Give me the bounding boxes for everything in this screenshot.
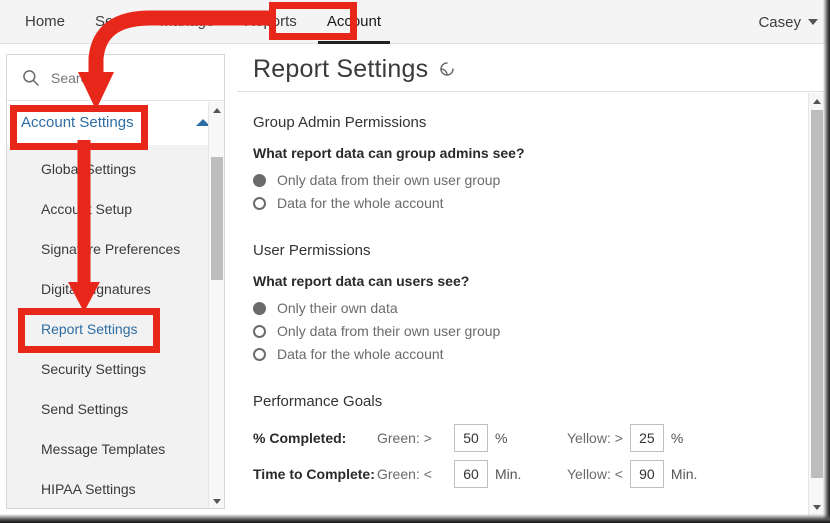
sidebar-item-hipaa-settings[interactable]: HIPAA Settings [7, 469, 224, 508]
sidebar-item-global-settings[interactable]: Global Settings [7, 149, 224, 189]
application-window: Home Send Manage Reports Account Casey A… [0, 0, 830, 523]
radio-label: Data for the whole account [277, 346, 444, 362]
sidebar-item-signature-preferences[interactable]: Signature Preferences [7, 229, 224, 269]
nav-item-home[interactable]: Home [10, 0, 80, 44]
section-heading-user-permissions: User Permissions [253, 242, 371, 259]
sidebar-scroll-up-button[interactable] [209, 102, 224, 118]
radio-icon [253, 196, 266, 210]
radio-label: Data for the whole account [277, 195, 444, 211]
goal-yellow-input-time-to-complete[interactable] [629, 460, 664, 488]
main-scrollbar[interactable] [808, 93, 824, 515]
radio-option-user-own-data[interactable]: Only their own data [253, 297, 824, 319]
radio-option-group-admin-own-group[interactable]: Only data from their own user group [253, 169, 824, 191]
sidebar-group-account-settings[interactable]: Account Settings [7, 101, 224, 145]
search-input[interactable] [49, 68, 189, 87]
top-navigation-bar: Home Send Manage Reports Account Casey [0, 0, 830, 44]
goal-label: Time to Complete: [253, 466, 375, 482]
goal-yellow-input-percent-completed[interactable] [629, 424, 664, 452]
main-scrollbar-thumb[interactable] [811, 110, 823, 478]
radio-icon [253, 301, 266, 315]
main-scroll-down-button[interactable] [809, 499, 825, 515]
main-content-panel: Report Settings Group Admin Permissions … [237, 47, 824, 515]
goal-label: % Completed: [253, 430, 347, 446]
radio-option-user-whole-account[interactable]: Data for the whole account [253, 343, 824, 365]
goal-yellow-unit: Min. [670, 466, 698, 482]
radio-label: Only data from their own user group [277, 323, 501, 339]
chevron-down-icon [808, 19, 818, 25]
radio-label: Only data from their own user group [277, 172, 501, 188]
sidebar-item-digital-signatures[interactable]: Digital Signatures [7, 269, 224, 309]
user-menu-label: Casey [758, 13, 801, 31]
window-shadow-bottom [0, 514, 830, 523]
sidebar-item-send-settings[interactable]: Send Settings [7, 389, 224, 429]
refresh-icon[interactable] [438, 60, 456, 78]
goal-yellow-operator: Yellow: > [567, 430, 623, 446]
main-body: Group Admin Permissions What report data… [237, 92, 824, 515]
main-scroll-up-button[interactable] [809, 93, 825, 109]
goal-green-operator: Green: > [377, 430, 432, 446]
nav-items: Home Send Manage Reports Account [10, 0, 396, 44]
user-menu[interactable]: Casey [758, 0, 818, 44]
radio-label: Only their own data [277, 300, 398, 316]
sidebar-submenu: Global Settings Account Setup Signature … [7, 145, 224, 508]
nav-item-manage[interactable]: Manage [145, 0, 229, 44]
goal-green-input-percent-completed[interactable] [454, 424, 488, 452]
goal-green-unit: Min. [495, 466, 522, 482]
search-icon [23, 69, 40, 86]
goal-green-input-time-to-complete[interactable] [454, 460, 488, 488]
main-title-bar: Report Settings [237, 47, 824, 92]
radio-icon [253, 173, 266, 187]
nav-item-reports[interactable]: Reports [229, 0, 312, 44]
sidebar-scrollbar-thumb[interactable] [211, 157, 223, 280]
search-row [7, 55, 224, 101]
sidebar-scroll-down-button[interactable] [209, 493, 224, 508]
goal-green-operator: Green: < [377, 466, 432, 482]
sidebar-item-message-templates[interactable]: Message Templates [7, 429, 224, 469]
triangle-up-icon [813, 98, 821, 104]
question-group-admin: What report data can group admins see? [253, 145, 525, 161]
goal-row-percent-completed: % Completed: Green: > % Yellow: > % [253, 424, 824, 452]
goal-yellow-unit: % [670, 430, 684, 446]
nav-item-send[interactable]: Send [80, 0, 145, 44]
sidebar-scrollbar[interactable] [208, 102, 224, 508]
radio-option-user-own-group[interactable]: Only data from their own user group [253, 320, 824, 342]
sidebar-group-label: Account Settings [21, 114, 134, 131]
section-heading-performance-goals: Performance Goals [253, 393, 383, 410]
nav-item-account[interactable]: Account [312, 0, 396, 44]
triangle-up-icon [213, 107, 221, 113]
sidebar-item-account-setup[interactable]: Account Setup [7, 189, 224, 229]
triangle-down-icon [213, 498, 221, 504]
section-heading-group-admin: Group Admin Permissions [253, 114, 427, 131]
sidebar: Account Settings Global Settings Account… [6, 54, 225, 509]
page-title: Report Settings [253, 54, 429, 83]
goal-yellow-operator: Yellow: < [567, 466, 623, 482]
window-shadow-right [823, 0, 830, 523]
triangle-down-icon [813, 504, 821, 510]
goal-green-unit: % [495, 430, 508, 446]
goal-row-time-to-complete: Time to Complete: Green: < Min. Yellow: … [253, 460, 824, 488]
radio-option-group-admin-whole-account[interactable]: Data for the whole account [253, 192, 824, 214]
sidebar-item-security-settings[interactable]: Security Settings [7, 349, 224, 389]
radio-icon [253, 347, 266, 361]
radio-icon [253, 324, 266, 338]
question-user-permissions: What report data can users see? [253, 273, 470, 289]
sidebar-item-report-settings[interactable]: Report Settings [7, 309, 224, 349]
